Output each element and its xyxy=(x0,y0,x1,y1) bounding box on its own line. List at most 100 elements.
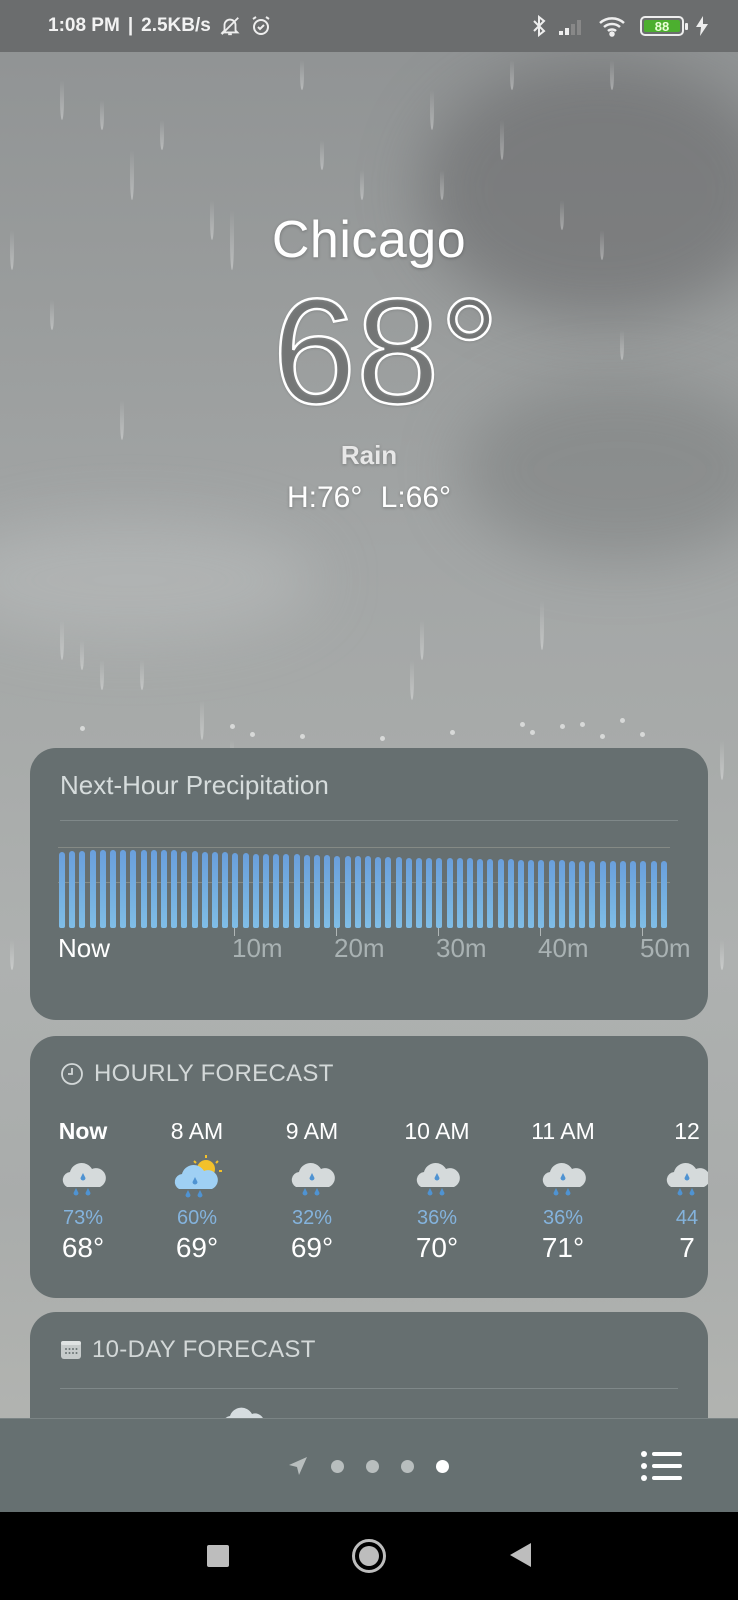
precipitation-bar xyxy=(579,860,586,928)
precipitation-bar xyxy=(620,860,626,928)
list-icon[interactable] xyxy=(640,1449,684,1483)
hourly-precip-chance: 73% xyxy=(62,1207,104,1229)
precipitation-bar xyxy=(660,860,667,928)
precipitation-bar xyxy=(273,853,280,928)
precipitation-bar xyxy=(426,857,433,928)
precipitation-bar xyxy=(191,851,198,928)
home-button[interactable] xyxy=(352,1539,386,1573)
charging-bolt-icon xyxy=(696,16,708,36)
precipitation-bar xyxy=(79,851,86,928)
page-dot[interactable] xyxy=(366,1459,379,1473)
rain-drop xyxy=(430,90,434,130)
rain-splash xyxy=(450,730,455,735)
divider xyxy=(60,820,678,821)
precipitation-bar xyxy=(630,860,637,928)
page-dot[interactable] xyxy=(331,1459,344,1473)
page-dot[interactable] xyxy=(401,1459,414,1473)
signal-icon xyxy=(559,20,581,35)
hourly-precip-chance: 44 xyxy=(675,1207,699,1229)
hourly-temperature: 69° xyxy=(175,1232,219,1263)
rain-cloud-icon xyxy=(508,1155,618,1203)
rain-drop xyxy=(410,660,414,700)
recents-button[interactable] xyxy=(207,1545,229,1567)
precipitation-bar xyxy=(140,850,147,928)
precipitation-bar xyxy=(569,860,575,928)
rain-splash xyxy=(80,726,85,731)
rain-drop xyxy=(140,660,144,690)
precipitation-bar xyxy=(375,856,382,928)
precipitation-title: Next-Hour Precipitation xyxy=(60,770,329,800)
precipitation-bar xyxy=(650,860,657,928)
hourly-forecast-card[interactable]: HOURLY FORECAST Now 73% 68° 8 AM 60% 69° 9 AM 3… xyxy=(30,1036,708,1298)
precipitation-card[interactable]: Next-Hour Precipitation Now 10m 20m 30m 40m 5… xyxy=(30,748,708,1020)
current-temperature: 68° xyxy=(271,267,500,435)
bottom-toolbar xyxy=(0,1418,738,1512)
back-button[interactable] xyxy=(510,1543,531,1567)
precipitation-bar xyxy=(89,850,96,928)
hourly-precip-chance: 36% xyxy=(416,1207,458,1229)
precipitation-bar xyxy=(171,850,178,928)
precipitation-bar xyxy=(201,852,208,928)
page-dots xyxy=(331,1459,449,1473)
rain-drop xyxy=(360,170,364,200)
hourly-temperature: 70° xyxy=(415,1232,459,1263)
precipitation-bar xyxy=(293,854,300,928)
background-cloud xyxy=(0,520,320,640)
rain-splash xyxy=(530,730,535,735)
rain-drop xyxy=(440,170,444,200)
battery-icon: 88 xyxy=(640,16,688,36)
precipitation-bar xyxy=(252,853,259,928)
precipitation-bar xyxy=(467,858,473,928)
precipitation-bar xyxy=(609,860,616,928)
hourly-item: 8 AM 60% 69° xyxy=(142,1118,252,1264)
x-axis-label: 20m xyxy=(334,933,385,963)
status-time: 1:08 PM xyxy=(48,15,120,36)
hourly-item: 12 44 7 xyxy=(632,1118,708,1264)
bluetooth-icon xyxy=(533,15,546,37)
hourly-temperature: 7 xyxy=(679,1232,695,1263)
precipitation-bar xyxy=(405,857,412,928)
hourly-time: 11 AM xyxy=(531,1118,595,1144)
location-arrow-icon[interactable] xyxy=(287,1455,309,1477)
rain-drop xyxy=(500,120,504,160)
precipitation-bar xyxy=(477,859,484,928)
rain-splash xyxy=(250,732,255,737)
precipitation-chart xyxy=(58,847,670,928)
rain-splash xyxy=(520,722,525,727)
rain-cloud-icon xyxy=(257,1155,367,1203)
precipitation-bar xyxy=(212,852,218,928)
alarm-clock-icon xyxy=(252,16,270,35)
rain-drop xyxy=(510,60,514,90)
rain-splash xyxy=(640,732,645,737)
precipitation-bar xyxy=(436,858,443,928)
weather-condition: Rain xyxy=(340,440,398,470)
precipitation-bar xyxy=(518,860,524,928)
rain-splash xyxy=(600,734,605,739)
precipitation-bar xyxy=(456,858,463,928)
system-navigation-bar xyxy=(0,1512,738,1600)
hourly-item: 10 AM 36% 70° xyxy=(382,1118,492,1264)
status-bar: 1:08 PM | 2.5KB/s 88 xyxy=(0,0,738,52)
hourly-time: 10 AM xyxy=(404,1118,470,1144)
precipitation-bar xyxy=(334,856,341,928)
rain-splash xyxy=(560,724,565,729)
grid-line xyxy=(58,882,670,883)
hourly-temperature: 68° xyxy=(61,1232,105,1263)
page-dot[interactable] xyxy=(436,1459,449,1473)
x-axis-label: Now xyxy=(58,933,111,963)
precipitation-bar xyxy=(640,860,647,928)
sun-rain-cloud-icon xyxy=(142,1155,252,1203)
precipitation-bar xyxy=(99,850,106,928)
precipitation-bar xyxy=(548,860,555,928)
hourly-time: 9 AM xyxy=(285,1118,339,1144)
precipitation-bar xyxy=(303,855,310,928)
ten-day-forecast-header: 10-DAY FORECAST xyxy=(60,1336,316,1364)
muted-bell-icon xyxy=(220,17,240,36)
rain-drop xyxy=(320,140,324,170)
precipitation-bar xyxy=(497,859,504,928)
precipitation-bar xyxy=(120,850,127,928)
precipitation-bar xyxy=(69,851,76,928)
rain-drop xyxy=(100,100,104,130)
rain-cloud-icon xyxy=(382,1155,492,1203)
page-indicator[interactable] xyxy=(287,1455,449,1477)
